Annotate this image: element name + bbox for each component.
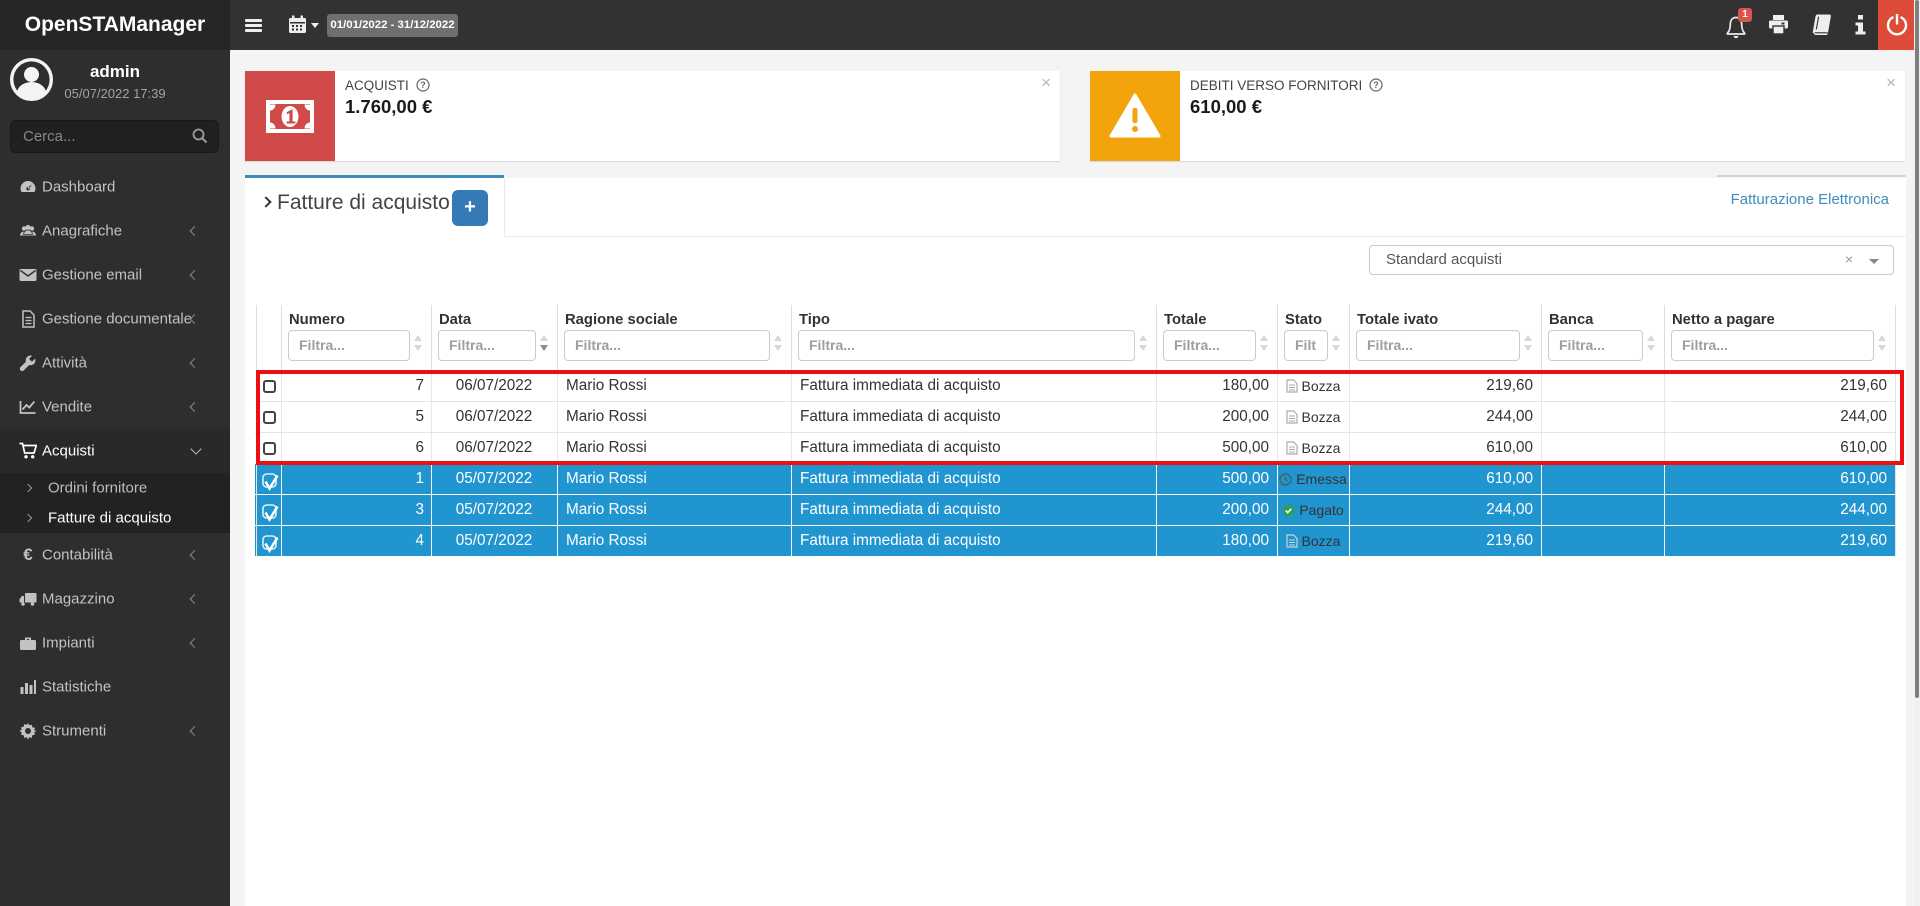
svg-text:?: ? bbox=[1373, 80, 1379, 90]
svg-text:?: ? bbox=[420, 80, 426, 90]
